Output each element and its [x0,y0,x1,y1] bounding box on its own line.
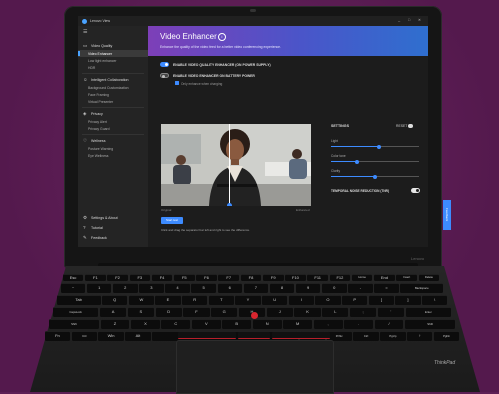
key[interactable]: X [131,319,160,329]
key[interactable]: J [266,307,293,317]
key[interactable]: R [182,295,208,305]
key[interactable]: Shift [48,319,99,329]
key[interactable]: [ [368,295,394,305]
key[interactable]: F2 [107,274,128,281]
key[interactable]: Esc [62,274,84,281]
key[interactable]: Shift [405,319,456,329]
touchpad[interactable] [176,340,334,394]
key[interactable]: F3 [129,274,151,281]
key[interactable]: \ [422,295,448,305]
key[interactable]: 6 [217,283,243,293]
key[interactable]: C [161,319,191,329]
key[interactable]: L [322,307,349,317]
key[interactable]: P [342,295,368,305]
key[interactable]: F5 [173,274,195,281]
key[interactable]: 4 [165,283,190,293]
thinkpad-logo: ThinkPad [434,360,456,366]
key[interactable]: F1 [85,274,106,281]
key[interactable]: 2 [113,283,138,293]
key[interactable]: W [128,295,154,305]
key[interactable]: E [155,295,181,305]
key[interactable]: F4 [151,274,173,281]
key[interactable]: Enter [405,307,452,317]
key[interactable]: U [262,295,288,305]
key[interactable]: Home [351,274,373,281]
key[interactable]: Ctrl [353,331,379,341]
key[interactable]: Y [235,295,261,305]
key[interactable]: F [183,307,210,317]
key[interactable]: Win [98,331,124,341]
key[interactable]: Tab [56,295,101,305]
key[interactable]: B [222,319,252,329]
key[interactable]: F10 [285,274,306,281]
key[interactable]: K [294,307,321,317]
key[interactable]: , [313,319,343,329]
key[interactable]: CapsLock [52,307,99,317]
key[interactable]: Q [102,295,128,305]
key[interactable]: I [288,295,314,305]
key[interactable]: ~ [60,283,86,293]
key[interactable]: N [252,319,282,329]
key[interactable]: End [374,274,395,281]
trackpad-right-button[interactable] [272,332,330,339]
key[interactable]: / [374,319,404,329]
key[interactable]: F11 [307,274,328,281]
key[interactable]: Backspace [400,283,444,293]
key[interactable]: 0 [322,283,347,293]
trackpad-middle-button[interactable] [238,332,270,339]
key[interactable]: PgDn [433,331,460,341]
key[interactable]: F7 [218,274,240,281]
key[interactable]: Fn [44,331,71,341]
key[interactable]: Z [100,319,130,329]
key[interactable]: 5 [191,283,216,293]
trackpoint[interactable] [251,312,258,319]
key[interactable]: V [191,319,221,329]
trackpad-left-button[interactable] [178,332,236,339]
key[interactable]: F8 [240,274,262,281]
key[interactable]: F6 [196,274,217,281]
key[interactable]: F9 [262,274,284,281]
key[interactable]: 3 [139,283,164,293]
key[interactable]: T [208,295,234,305]
key[interactable]: ; [350,307,377,317]
key[interactable]: G [211,307,238,317]
key[interactable]: Alt [125,331,151,341]
key[interactable]: PgUp [380,331,406,341]
key[interactable]: M [283,319,313,329]
key[interactable]: A [100,307,127,317]
key[interactable]: ' [377,307,404,317]
key[interactable]: F12 [329,274,351,281]
key[interactable]: 7 [243,283,269,293]
key[interactable]: S [127,307,154,317]
key[interactable]: - [348,283,373,293]
key[interactable]: 1 [86,283,112,293]
key[interactable]: . [344,319,373,329]
key[interactable]: ] [395,295,421,305]
key[interactable]: 9 [295,283,321,293]
key[interactable]: O [315,295,341,305]
key[interactable]: Delete [418,274,440,281]
key[interactable]: Ctrl [71,331,97,341]
key[interactable]: Insert [396,274,417,281]
key[interactable]: = [374,283,399,293]
key[interactable]: D [155,307,182,317]
key[interactable]: ↑ [407,331,433,341]
key[interactable]: 8 [269,283,295,293]
